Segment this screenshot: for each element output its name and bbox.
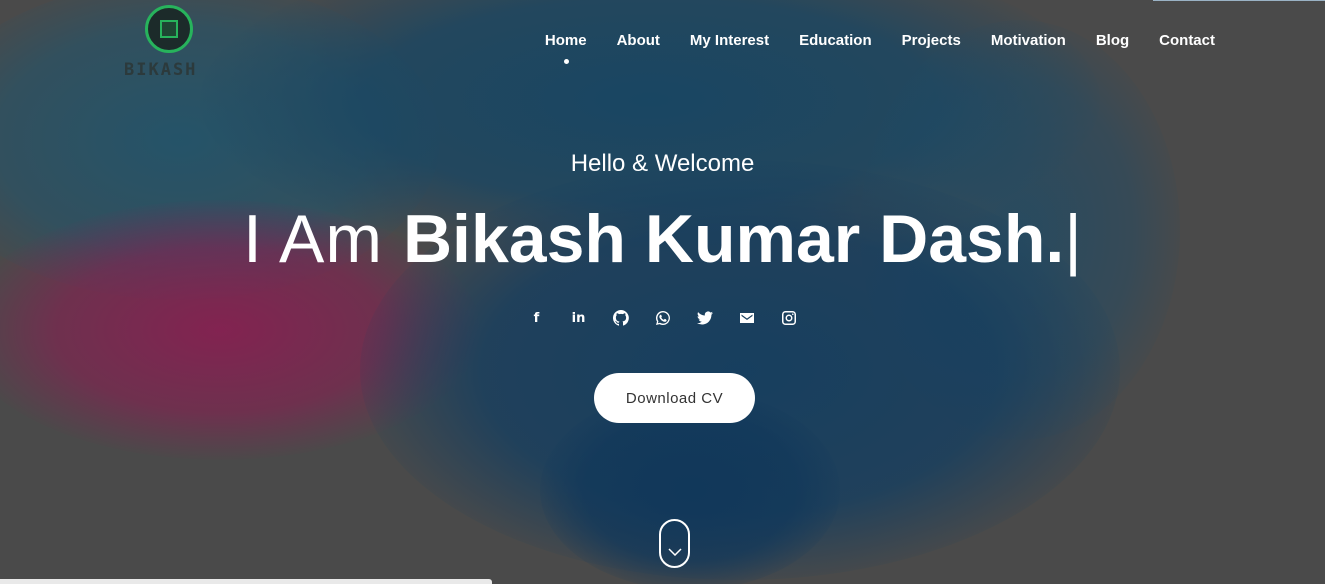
logo-text: BIKASH (124, 60, 198, 80)
hero-intro: I Am (243, 201, 403, 277)
nav-item-education[interactable]: Education (799, 32, 872, 49)
hero-name: Bikash Kumar Dash. (402, 201, 1065, 277)
hero-headline: I Am Bikash Kumar Dash.| (0, 198, 1325, 280)
instagram-icon[interactable] (777, 306, 801, 330)
top-edge-line (1153, 0, 1325, 1)
nav-item-contact[interactable]: Contact (1159, 32, 1215, 49)
main-nav: Home About My Interest Education Project… (545, 32, 1215, 64)
bottom-scrollbar[interactable] (0, 579, 492, 584)
download-cv-button[interactable]: Download CV (594, 373, 755, 423)
nav-item-about[interactable]: About (617, 32, 660, 49)
twitter-icon[interactable] (693, 306, 717, 330)
social-links: f in (0, 306, 1325, 330)
active-indicator (563, 59, 569, 64)
mail-icon[interactable] (735, 306, 759, 330)
facebook-icon[interactable]: f (525, 306, 549, 330)
hero-section: BIKASH Home About My Interest Education … (0, 0, 1325, 584)
chevron-down-icon (667, 548, 682, 556)
linkedin-icon[interactable]: in (567, 306, 591, 330)
whatsapp-icon[interactable] (651, 306, 675, 330)
site-logo[interactable]: BIKASH (122, 5, 218, 81)
nav-item-projects[interactable]: Projects (902, 32, 961, 49)
typing-cursor: | (1064, 201, 1082, 277)
nav-item-blog[interactable]: Blog (1096, 32, 1129, 49)
nav-item-my-interest[interactable]: My Interest (690, 32, 769, 49)
nav-item-home[interactable]: Home (545, 32, 587, 64)
nav-item-motivation[interactable]: Motivation (991, 32, 1066, 49)
scroll-down-button[interactable] (659, 519, 690, 568)
hero-greeting: Hello & Welcome (570, 150, 755, 177)
chip-logo-icon (145, 5, 193, 53)
github-icon[interactable] (609, 306, 633, 330)
